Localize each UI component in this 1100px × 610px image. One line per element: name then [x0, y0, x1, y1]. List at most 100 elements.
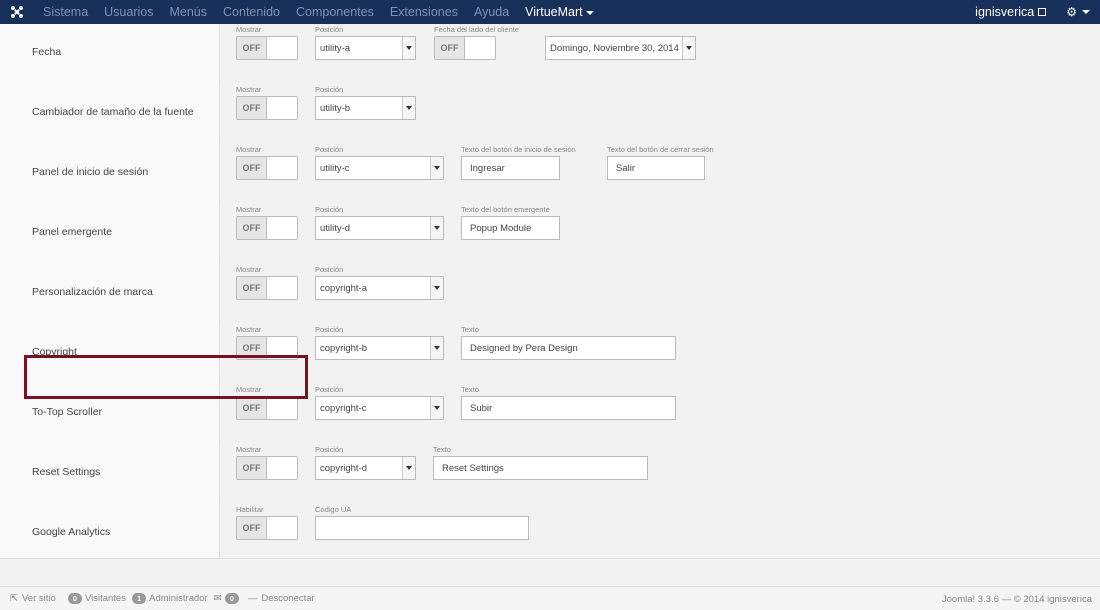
messages-link[interactable]: ✉ 0 — [214, 593, 242, 604]
popup-button-text-input[interactable]: Popup Module — [461, 216, 560, 240]
position-select[interactable]: utility-d — [315, 216, 444, 240]
position-value: copyright-a — [320, 282, 367, 294]
popup-button-text-label: Texto del botón emergente — [461, 205, 550, 214]
copyright-text-input[interactable]: Designed by Pera Design — [461, 336, 676, 360]
logout-button-text-label: Texto del botón de cerrar sesión — [607, 145, 714, 154]
position-value: utility-a — [320, 42, 351, 54]
posicion-label: Posición — [315, 145, 344, 154]
login-button-text-input[interactable]: Ingresar — [461, 156, 560, 180]
admin-label: Administrador — [149, 593, 208, 604]
status-bar: ⇱ Ver sitio 0 Visitantes 1 Administrador… — [0, 586, 1100, 610]
admin-status: 1 Administrador — [131, 593, 208, 604]
setting-row-fecha: Fecha Mostrar OFF Posición utility-a Fec… — [0, 24, 1100, 82]
mostrar-label: Mostrar — [236, 205, 262, 214]
position-select[interactable]: copyright-a — [315, 276, 444, 300]
version-footer: Joomla! 3.3.6 — © 2014 ignisverica — [941, 593, 1092, 605]
chevron-down-icon — [430, 217, 443, 239]
ua-code-input[interactable] — [315, 516, 529, 540]
minus-icon: — — [247, 593, 258, 604]
mostrar-toggle[interactable]: OFF — [236, 216, 298, 240]
off-label: OFF — [237, 97, 267, 119]
position-select[interactable]: utility-a — [315, 36, 416, 60]
date-format-select[interactable]: Domingo, Noviembre 30, 2014 — [545, 36, 696, 60]
to-top-text-input[interactable]: Subir — [461, 396, 676, 420]
chevron-down-icon — [430, 337, 443, 359]
messages-badge: 0 — [224, 593, 239, 604]
texto-label: Texto — [461, 385, 479, 394]
posicion-label: Posición — [315, 25, 344, 34]
mostrar-label: Mostrar — [236, 445, 262, 454]
row-label: Panel emergente — [0, 202, 220, 262]
menu-usuarios[interactable]: Usuarios — [104, 5, 153, 19]
mostrar-label: Mostrar — [236, 145, 262, 154]
mostrar-toggle[interactable]: OFF — [236, 396, 298, 420]
habilitar-label: Habilitar — [236, 505, 264, 514]
off-label: OFF — [237, 157, 267, 179]
posicion-label: Posición — [315, 85, 344, 94]
menu-contenido[interactable]: Contenido — [223, 5, 280, 19]
position-value: copyright-d — [320, 462, 367, 474]
row-label: Google Analytics — [0, 502, 220, 562]
posicion-label: Posición — [315, 265, 344, 274]
content-bottom — [0, 558, 1100, 586]
client-date-toggle[interactable]: OFF — [434, 36, 496, 60]
menu-componentes[interactable]: Componentes — [296, 5, 374, 19]
mostrar-label: Mostrar — [236, 325, 262, 334]
mostrar-label: Mostrar — [236, 85, 262, 94]
position-value: copyright-b — [320, 342, 367, 354]
mostrar-toggle[interactable]: OFF — [236, 456, 298, 480]
chevron-down-icon — [402, 37, 415, 59]
user-site-link[interactable]: ignisverica — [975, 5, 1047, 19]
client-date-label: Fecha del lado del cliente — [434, 25, 520, 34]
texto-label: Texto — [433, 445, 451, 454]
joomla-logo-icon[interactable] — [5, 0, 29, 24]
off-label: OFF — [435, 37, 465, 59]
menu-menus[interactable]: Menús — [169, 5, 207, 19]
setting-row-font-resizer: Cambiador de tamaño de la fuente Mostrar… — [0, 82, 1100, 142]
off-label: OFF — [237, 397, 267, 419]
position-select[interactable]: utility-b — [315, 96, 416, 120]
posicion-label: Posición — [315, 205, 344, 214]
visitors-status: 0 Visitantes — [67, 593, 126, 604]
menu-extensiones[interactable]: Extensiones — [390, 5, 458, 19]
position-select[interactable]: utility-c — [315, 156, 444, 180]
posicion-label: Posición — [315, 325, 344, 334]
off-label: OFF — [237, 217, 267, 239]
chevron-down-icon — [682, 37, 695, 59]
admin-badge: 1 — [131, 593, 147, 604]
chevron-down-icon — [402, 457, 415, 479]
setting-row-login-panel: Panel de inicio de sesión Mostrar OFF Po… — [0, 142, 1100, 202]
off-label: OFF — [237, 277, 267, 299]
mostrar-toggle[interactable]: OFF — [236, 276, 298, 300]
gear-icon: ⚙ — [1066, 5, 1077, 19]
position-value: utility-d — [320, 222, 351, 234]
menu-ayuda[interactable]: Ayuda — [474, 5, 509, 19]
off-label: OFF — [237, 517, 267, 539]
username-label: ignisverica — [975, 5, 1035, 19]
mostrar-toggle[interactable]: OFF — [236, 36, 298, 60]
chevron-down-icon — [430, 397, 443, 419]
view-site-link[interactable]: ⇱ Ver sitio — [10, 593, 56, 604]
ua-code-label: Código UA — [315, 505, 352, 514]
mostrar-toggle[interactable]: OFF — [236, 96, 298, 120]
off-label: OFF — [237, 457, 267, 479]
position-value: copyright-c — [320, 402, 367, 414]
reset-text-input[interactable]: Reset Settings — [433, 456, 648, 480]
copyright-highlight-box — [24, 355, 308, 399]
position-select[interactable]: copyright-c — [315, 396, 444, 420]
position-select[interactable]: copyright-d — [315, 456, 416, 480]
menu-virtuemart[interactable]: VirtueMart — [525, 5, 594, 19]
menu-sistema[interactable]: Sistema — [43, 5, 88, 19]
posicion-label: Posición — [315, 385, 344, 394]
mostrar-toggle[interactable]: OFF — [236, 156, 298, 180]
login-button-text-label: Texto del botón de inicio de sesión — [461, 145, 576, 154]
logout-link[interactable]: — Desconectar — [248, 593, 315, 604]
chevron-down-icon — [430, 157, 443, 179]
logout-button-text-input[interactable]: Salir — [607, 156, 705, 180]
chevron-down-icon — [430, 277, 443, 299]
settings-dropdown[interactable]: ⚙ — [1066, 5, 1090, 19]
share-icon: ⇱ — [10, 593, 18, 604]
position-select[interactable]: copyright-b — [315, 336, 444, 360]
habilitar-toggle[interactable]: OFF — [236, 516, 298, 540]
row-label: Reset Settings — [0, 442, 220, 502]
